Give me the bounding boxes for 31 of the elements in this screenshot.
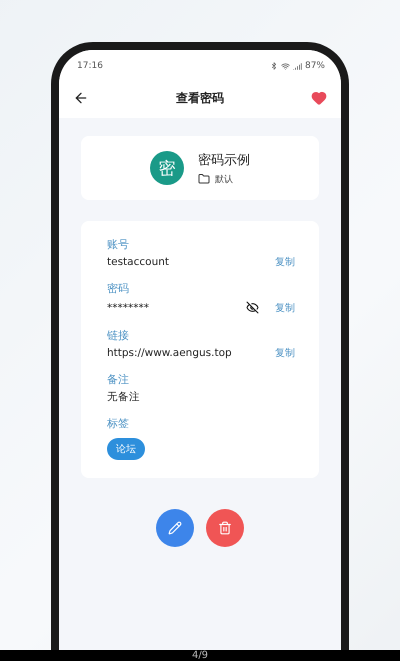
eye-off-icon (246, 301, 259, 314)
trash-icon (218, 521, 232, 535)
pencil-icon (168, 521, 182, 535)
tag-chip[interactable]: 论坛 (107, 438, 145, 460)
page-title: 查看密码 (176, 90, 224, 106)
field-label: 账号 (107, 237, 130, 252)
delete-button[interactable] (206, 509, 244, 547)
edit-button[interactable] (156, 509, 194, 547)
bluetooth-icon (270, 62, 278, 70)
field-value: testaccount (107, 256, 169, 268)
battery-level: 87% (304, 61, 325, 71)
folder-name: 默认 (215, 174, 233, 186)
copy-button[interactable]: 复制 (275, 255, 295, 269)
field-label: 密码 (107, 281, 130, 296)
copy-button[interactable]: 复制 (275, 300, 295, 314)
entry-name: 密码示例 (198, 152, 250, 168)
heart-icon (311, 90, 327, 106)
field-value: ******** (107, 302, 149, 314)
status-time: 17:16 (77, 61, 103, 71)
field-label: 备注 (107, 372, 130, 387)
visibility-toggle[interactable] (244, 299, 261, 316)
page-counter: 4/9 (192, 650, 208, 661)
entry-avatar: 密 (150, 151, 184, 185)
wifi-icon (280, 62, 290, 70)
field-label: 链接 (107, 328, 130, 343)
signal-icon (292, 62, 302, 70)
field-value: 无备注 (107, 390, 140, 404)
folder-icon (198, 173, 210, 185)
field-label: 标签 (107, 416, 130, 431)
field-value: https://www.aengus.top (107, 347, 232, 359)
copy-button[interactable]: 复制 (275, 346, 295, 360)
